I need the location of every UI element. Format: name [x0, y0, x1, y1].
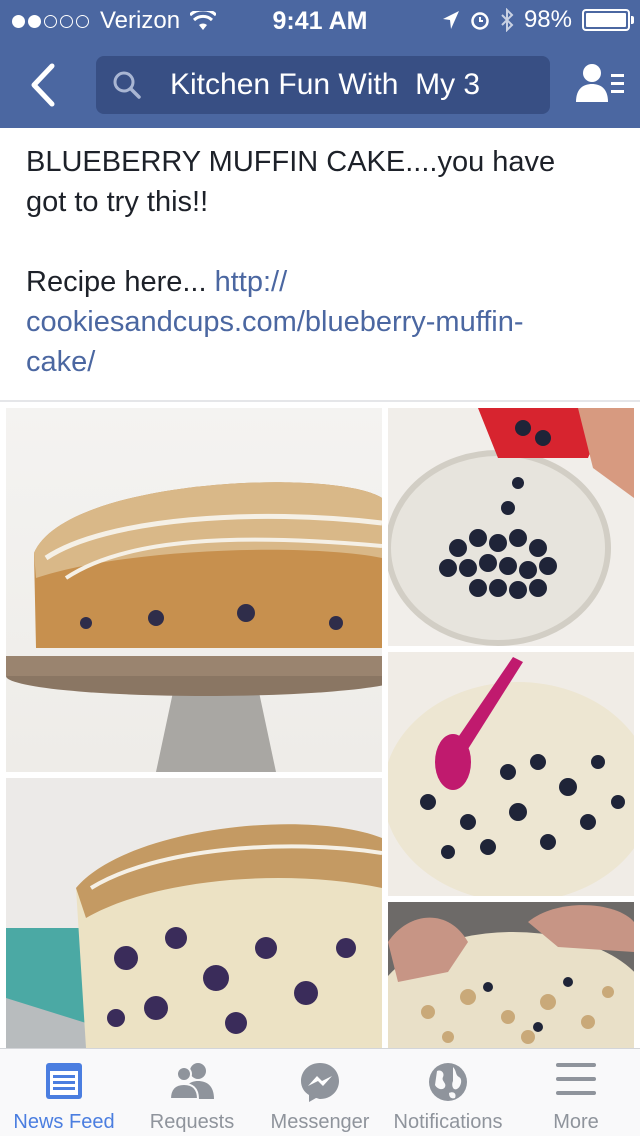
photo-cake-on-stand[interactable] [6, 408, 382, 772]
tab-label: Notifications [393, 1111, 503, 1133]
location-arrow-icon [442, 11, 459, 29]
search-icon [113, 71, 141, 99]
photo-batter-spatula[interactable] [388, 652, 634, 896]
bluetooth-icon [501, 8, 514, 32]
app-header: Verizon 9:41 AM 98% Kitchen Fun With My … [0, 0, 640, 128]
search-query[interactable]: Kitchen Fun With My 3 [170, 68, 480, 102]
back-chevron-icon[interactable] [24, 60, 64, 110]
recipe-label: Recipe here... [26, 266, 215, 298]
tab-news-feed[interactable]: News Feed [0, 1049, 128, 1136]
photo-blueberries-bowl[interactable] [388, 408, 634, 646]
news-feed-icon [46, 1063, 82, 1099]
tab-label: Requests [149, 1111, 235, 1133]
menu-icon [556, 1063, 596, 1095]
tab-notifications[interactable]: Notifications [384, 1049, 512, 1136]
friends-icon[interactable] [574, 62, 626, 106]
tab-requests[interactable]: Requests [128, 1049, 256, 1136]
status-bar: Verizon 9:41 AM 98% [0, 0, 640, 40]
post-line: got to try this!! [26, 186, 209, 218]
photo-crumb-topping[interactable] [388, 902, 634, 1048]
messenger-icon [301, 1063, 339, 1102]
photo-cake-slice[interactable] [6, 778, 382, 1048]
battery-percent: 98% [523, 6, 572, 33]
post-message: BLUEBERRY MUFFIN CAKE....you have got to… [26, 142, 626, 382]
recipe-link[interactable]: http:// [215, 266, 288, 298]
post-line: BLUEBERRY MUFFIN CAKE....you have [26, 146, 556, 178]
bottom-tab-bar: News Feed Requests Messenger Notificatio… [0, 1048, 640, 1136]
battery-icon [582, 9, 634, 31]
tab-more[interactable]: More [512, 1049, 640, 1136]
friend-requests-icon [168, 1063, 214, 1100]
tab-label: Messenger [270, 1111, 370, 1133]
tab-label: News Feed [13, 1111, 115, 1133]
tab-label: More [553, 1111, 599, 1133]
recipe-link-end[interactable]: cake/ [26, 342, 626, 382]
globe-icon [429, 1063, 467, 1101]
search-bar[interactable]: Kitchen Fun With My 3 [96, 56, 550, 114]
post-divider [0, 400, 640, 402]
alarm-icon [471, 12, 489, 30]
recipe-link-continued[interactable]: cookiesandcups.com/blueberry-muffin- [26, 302, 626, 342]
tab-messenger[interactable]: Messenger [256, 1049, 384, 1136]
